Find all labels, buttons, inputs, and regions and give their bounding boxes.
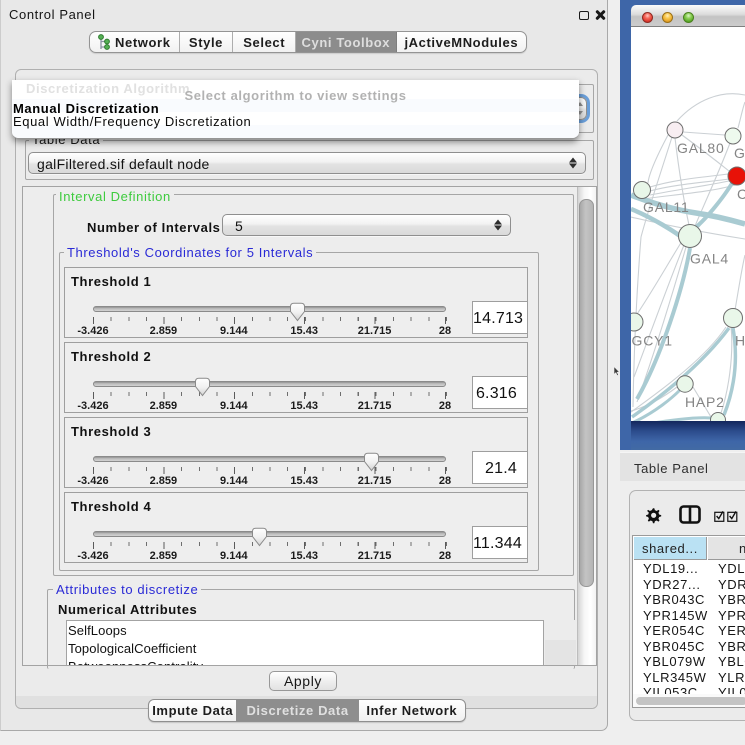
svg-text:H: H bbox=[735, 333, 745, 349]
svg-text:GAL4: GAL4 bbox=[690, 251, 729, 267]
svg-text:GA: GA bbox=[734, 145, 745, 161]
svg-text:GAL11: GAL11 bbox=[643, 199, 690, 215]
svg-text:HAP2: HAP2 bbox=[685, 394, 725, 410]
svg-text:C: C bbox=[737, 186, 745, 202]
svg-text:GCY1: GCY1 bbox=[632, 333, 673, 349]
svg-text:GAL80: GAL80 bbox=[677, 140, 725, 156]
